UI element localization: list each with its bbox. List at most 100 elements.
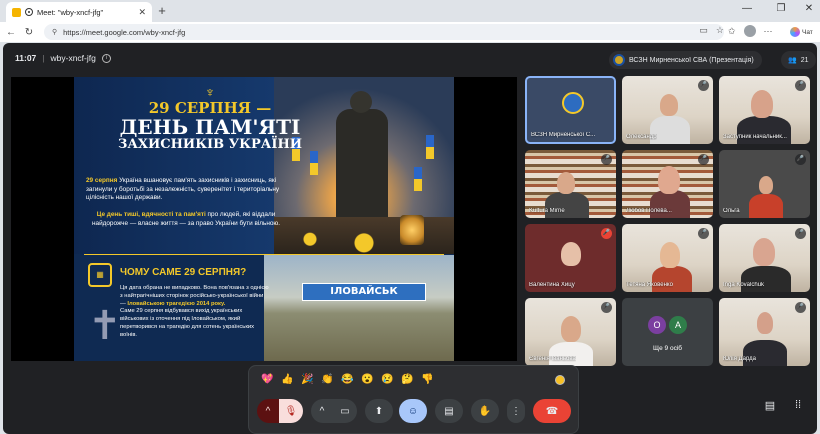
participant-name: Валентина Хицу (529, 282, 575, 288)
bookmark-star-icon[interactable]: ☆ (716, 25, 724, 36)
avatar: O (648, 316, 666, 334)
participant-name: Євгенія Іваньова (529, 356, 576, 362)
participant-name: Юлія Дарда (723, 356, 756, 362)
address-bar-row: ← ↻ ⚲ https://meet.google.com/wby-xncf-j… (0, 22, 820, 42)
mic-off-icon: 🎤 (601, 228, 612, 239)
para3-b: Саме 29 серпня відбувався вихід українсь… (120, 308, 254, 338)
mic-off-icon: 🎤 (698, 228, 709, 239)
present-button[interactable]: ⬆ (365, 399, 393, 423)
participant-tile[interactable]: 🎤 Ольга (719, 150, 810, 218)
reaction-sad-button[interactable]: 😢 (381, 374, 393, 385)
address-bar[interactable]: ⚲ https://meet.google.com/wby-xncf-jfg (44, 24, 724, 40)
close-tab-icon[interactable]: ✕ (138, 7, 146, 18)
maximize-button[interactable]: ❐ (772, 3, 790, 14)
meeting-header: 11:07 | wby-xncf-jfg i (15, 53, 111, 63)
apps-grid-icon: ⁞⁞ (794, 399, 802, 411)
title-sub: ЗАХИСНИКІВ УКРАЇНИ (117, 136, 303, 152)
meeting-info-icon[interactable]: i (101, 53, 111, 63)
sunflowers-image (274, 217, 454, 254)
participant-tile-overflow[interactable]: O A Ще 9 осіб (622, 298, 713, 366)
mic-off-icon: 🎤 (601, 154, 612, 165)
activities-button[interactable]: ⁞⁞ (788, 399, 808, 411)
para3-bold: Іловайською трагедією 2014 року. (127, 300, 226, 307)
organization-logo (562, 92, 584, 114)
favorites-icon[interactable]: ✩ (728, 26, 736, 37)
reaction-thumbs-down-button[interactable]: 👎 (421, 374, 433, 385)
close-window-button[interactable]: ✕ (800, 3, 818, 14)
chevron-up-icon: ^ (319, 405, 325, 417)
participant-face (759, 176, 773, 194)
participant-tile[interactable]: 🎤 Kultura Mirne (525, 150, 616, 218)
reaction-party-button[interactable]: 🎉 (301, 374, 313, 385)
audio-options-chevron[interactable]: ^ (257, 399, 279, 423)
participant-tile[interactable]: 🎤 Тетяна Яковенко (622, 224, 713, 292)
reaction-thumbs-up-button[interactable]: 👍 (281, 374, 293, 385)
tab-strip: Meet: "wby-xncf-jfg" ✕ + — ❐ ✕ (0, 0, 820, 22)
chevron-up-icon: ^ (265, 405, 271, 417)
hand-icon: ✋ (478, 405, 492, 417)
reaction-surprised-button[interactable]: 😮 (361, 374, 373, 385)
minimize-button[interactable]: — (738, 3, 756, 14)
mic-off-icon: 🎤 (698, 154, 709, 165)
people-icon: 👥 (788, 57, 797, 64)
skin-tone-selector[interactable] (555, 375, 565, 385)
title-main: ДЕНЬ ПАМ'ЯТІ (119, 114, 301, 139)
reaction-thinking-button[interactable]: 🤔 (401, 374, 413, 385)
more-participants-label: Ще 9 осіб (653, 345, 682, 352)
more-options-button[interactable]: ⋮ (507, 399, 525, 423)
participant-face (561, 316, 581, 342)
camera-icon: ▭ (340, 405, 350, 417)
reaction-clap-button[interactable]: 👏 (321, 374, 333, 385)
memorial-lantern-icon (400, 215, 424, 245)
participant-name: Заступник начальник... (723, 134, 787, 140)
participant-tile[interactable]: 🎤 Любов Полева... (622, 150, 713, 218)
video-options-chevron[interactable]: ^ (311, 399, 333, 423)
mic-off-icon: 🎙 (284, 405, 298, 417)
microphone-button[interactable]: 🎙 (279, 399, 303, 423)
meeting-time: 11:07 (15, 53, 37, 63)
separator: | (42, 53, 45, 63)
participant-video (743, 340, 787, 366)
back-icon[interactable]: ← (4, 27, 18, 38)
present-screen-icon: ⬆ (374, 405, 384, 417)
participant-tile[interactable]: 🎤 Inga Kovalchuk (719, 224, 810, 292)
captions-button[interactable]: ▤ (435, 399, 463, 423)
presenter-chip[interactable]: ВСЗН Мирненської СВА (Презентація) (609, 51, 762, 69)
participant-tile[interactable]: ВСЗН Мирненської С... (525, 76, 616, 144)
para2-bold: Це день тиші, вдячності та пам'яті (96, 211, 206, 218)
chat-button[interactable]: ▤ (760, 399, 780, 412)
reload-icon[interactable]: ↻ (22, 27, 36, 38)
presentation-stage: ♆ 29 СЕРПНЯ — ДЕНЬ ПАМ'ЯТІ ЗАХИСНИКІВ УК… (11, 77, 517, 361)
participants-button[interactable]: 👥 21 (781, 51, 816, 69)
mic-off-icon: 🎤 (795, 154, 806, 165)
reaction-heart-button[interactable]: 💖 (261, 374, 273, 385)
participant-tile[interactable]: 🎤 Юлія Дарда (719, 298, 810, 366)
reaction-laugh-button[interactable]: 😂 (341, 374, 353, 385)
participant-tile[interactable]: 🎤 Валентина Хицу (525, 224, 616, 292)
camera-button[interactable]: ▭ (333, 399, 357, 423)
participant-face (757, 312, 773, 334)
slide-title: 29 СЕРПНЯ — ДЕНЬ ПАМ'ЯТІ ЗАХИСНИКІВ УКРА… (80, 100, 340, 152)
section-title: ЧОМУ САМЕ 29 СЕРПНЯ? (120, 267, 247, 278)
reactions-button[interactable]: ☺ (399, 399, 427, 423)
participant-name: Ольга (723, 208, 740, 214)
presenter-name: ВСЗН Мирненської СВА (Презентація) (629, 56, 754, 64)
copilot-chat-button[interactable]: Чат (790, 27, 813, 37)
participant-face (561, 242, 581, 266)
profile-avatar[interactable] (743, 25, 756, 37)
menu-dots-icon[interactable]: ⋯ (764, 26, 773, 37)
raise-hand-button[interactable]: ✋ (471, 399, 499, 423)
slide-paragraph-1: 29 серпня Україна вшановує пам'ять захис… (86, 177, 286, 203)
new-tab-button[interactable]: + (154, 3, 170, 19)
leave-call-button[interactable]: ☎ (533, 399, 571, 423)
para1-bold: 29 серпня (86, 177, 118, 184)
site-info-icon[interactable]: ⚲ (52, 28, 57, 36)
chat-label: Чат (802, 28, 813, 36)
call-controls-panel: 💖 👍 🎉 👏 😂 😮 😢 🤔 👎 ^ 🎙 ^ ▭ ⬆ ☺ ▤ ✋ ⋮ ☎ (248, 365, 579, 434)
participant-tile[interactable]: 🎤 Євгенія Іваньова (525, 298, 616, 366)
camera-permission-icon[interactable]: ▭ (699, 25, 708, 36)
browser-tab[interactable]: Meet: "wby-xncf-jfg" ✕ (6, 2, 152, 22)
participant-tile[interactable]: 🎤 Олександр (622, 76, 713, 144)
participant-tile[interactable]: 🎤 Заступник начальник... (719, 76, 810, 144)
participant-name: Любов Полева... (626, 208, 672, 214)
